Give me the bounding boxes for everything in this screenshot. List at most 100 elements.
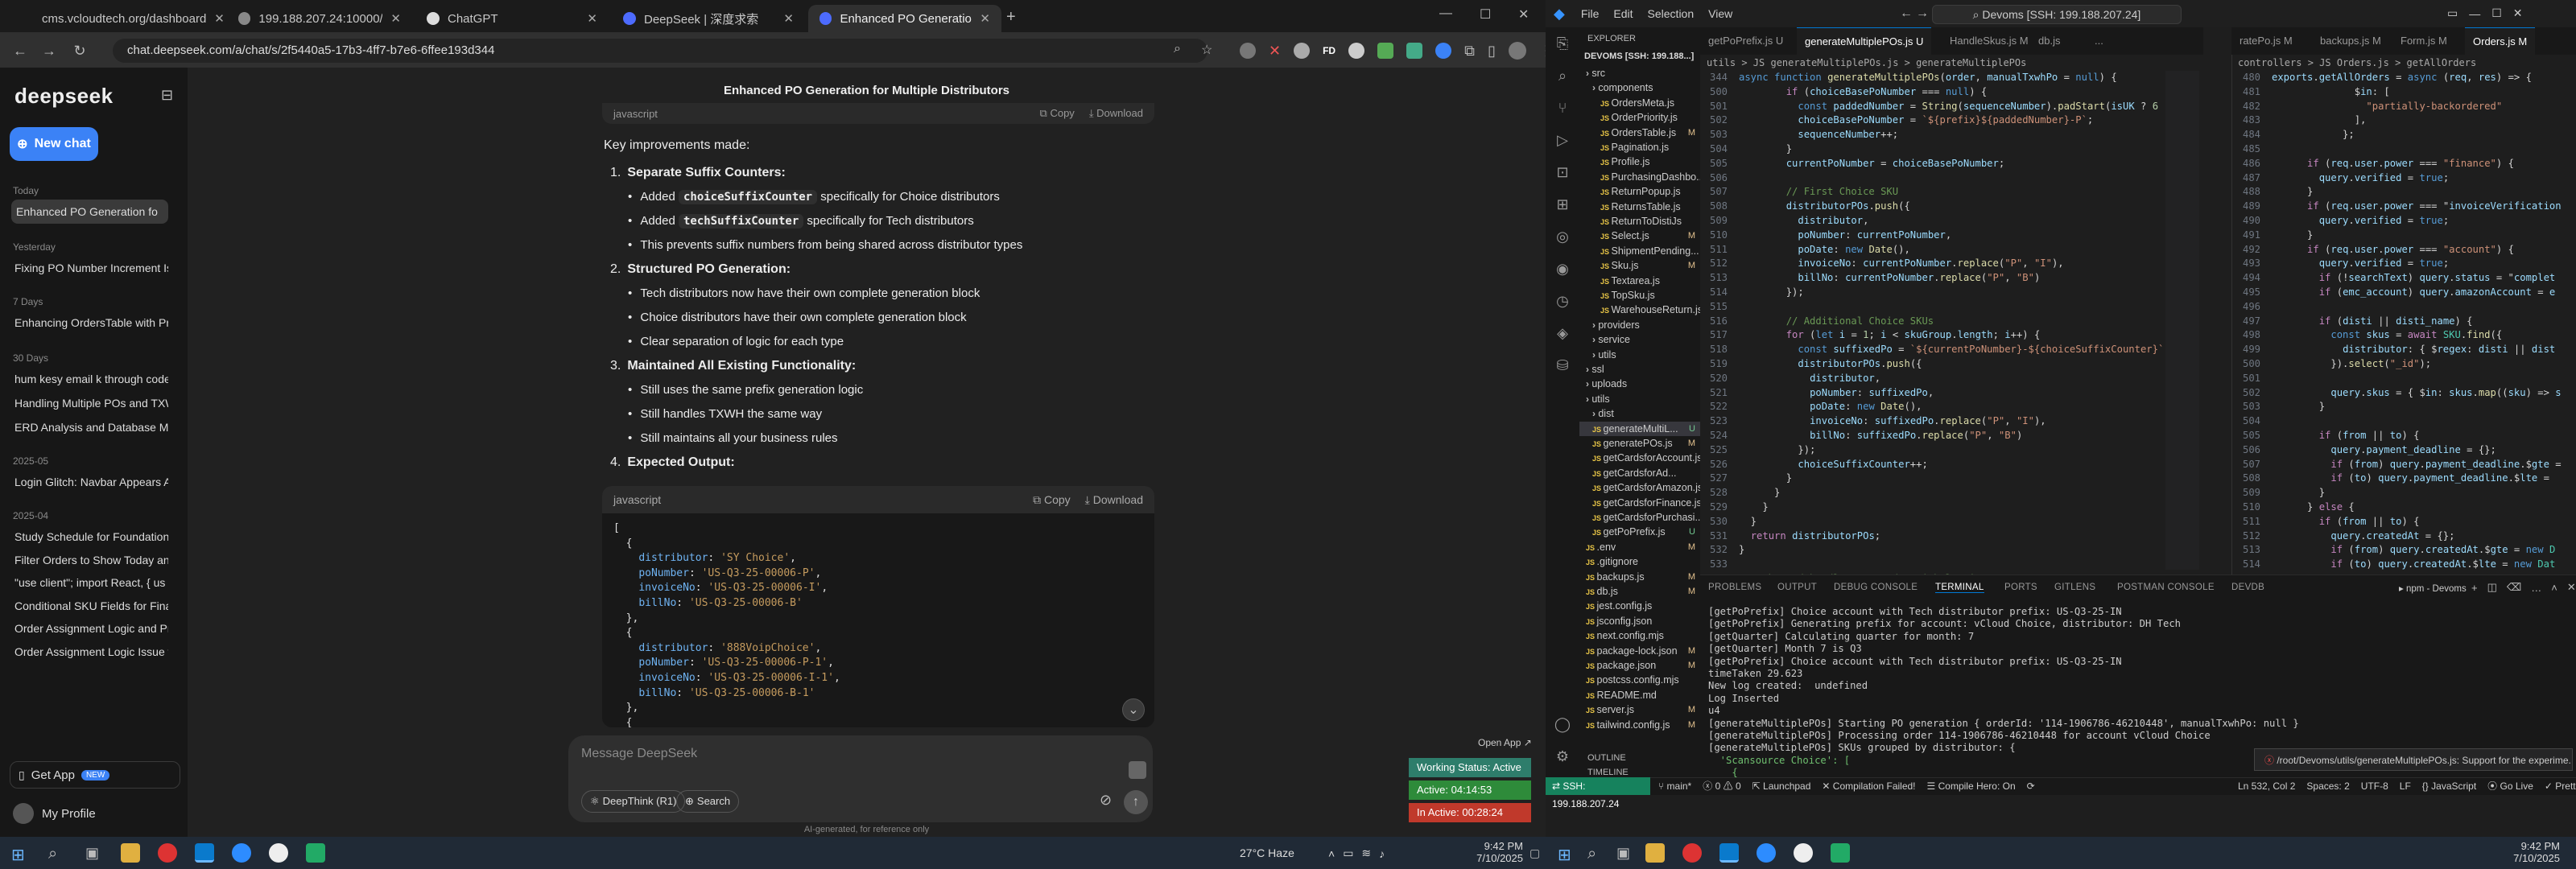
file-tree-item[interactable]: › utils bbox=[1579, 392, 1700, 406]
line-code[interactable]: } bbox=[1739, 501, 1768, 513]
outline-section[interactable]: OUTLINE bbox=[1587, 753, 1626, 763]
bookmark-star-icon[interactable]: ☆ bbox=[1201, 42, 1212, 58]
browser-tab-active[interactable]: Enhanced PO Generation for M✕ bbox=[808, 5, 1001, 32]
zoom-app-icon[interactable] bbox=[1757, 843, 1776, 863]
notification-toast[interactable]: ⓧ /root/Devoms/utils/generateMultiplePOs… bbox=[2254, 748, 2573, 771]
line-code[interactable]: if (emc_account) query.amazonAccount = e bbox=[2272, 286, 2556, 298]
panel-tab-debug-console[interactable]: DEBUG CONSOLE bbox=[1834, 583, 1918, 592]
line-code[interactable]: }); bbox=[1739, 444, 1815, 455]
file-tree-item[interactable]: JS PurchasingDashbo... bbox=[1579, 170, 1700, 184]
new-chat-button[interactable]: ⊕ New chat bbox=[10, 127, 98, 161]
menu-selection[interactable]: Selection bbox=[1648, 7, 1695, 20]
chevron-up-icon[interactable]: ˄ bbox=[1328, 847, 1335, 860]
nav-back-icon[interactable]: ← bbox=[1900, 6, 1913, 21]
layout-icon[interactable]: ▭ bbox=[2447, 6, 2458, 20]
panel-tab-devdb[interactable]: DEVDB bbox=[2231, 583, 2264, 592]
panel-tab-postman-console[interactable]: POSTMAN CONSOLE bbox=[2117, 583, 2215, 592]
file-tree-item[interactable]: JS ReturnPopup.js bbox=[1579, 184, 1700, 199]
profile-avatar[interactable] bbox=[1508, 42, 1526, 60]
copy-button[interactable]: ⧉ Copy bbox=[1033, 493, 1071, 507]
database-icon[interactable]: ⛁ bbox=[1553, 357, 1572, 377]
panel-tab-gitlens[interactable]: GITLENS bbox=[2054, 583, 2095, 592]
editor-tab[interactable]: backups.js M bbox=[2312, 27, 2389, 55]
search-icon[interactable]: ⌕ bbox=[1553, 68, 1572, 87]
file-tree-item[interactable]: JS getCardsforFinance.js bbox=[1579, 496, 1700, 510]
close-tab-icon[interactable]: ✕ bbox=[214, 11, 225, 26]
file-tree-item[interactable]: › providers bbox=[1579, 318, 1700, 332]
maximize-icon[interactable]: ☐ bbox=[2491, 6, 2502, 20]
file-tree-item[interactable]: JS Textarea.js bbox=[1579, 274, 1700, 288]
file-tree-item[interactable]: › uploads bbox=[1579, 377, 1700, 391]
zoom-icon[interactable]: ⌕ bbox=[1174, 42, 1181, 56]
file-tree-item[interactable]: › utils bbox=[1579, 348, 1700, 362]
vscode-icon[interactable] bbox=[1719, 843, 1739, 863]
line-code[interactable]: query.verified = true; bbox=[2272, 257, 2449, 269]
history-item[interactable]: Study Schedule for Foundation bbox=[11, 525, 168, 549]
line-code[interactable]: if (choiceBasePoNumber === null) { bbox=[1739, 86, 1988, 97]
translate-widget-icon[interactable] bbox=[1129, 761, 1146, 779]
menu-view[interactable]: View bbox=[1708, 7, 1732, 20]
line-code[interactable]: $in: [ bbox=[2272, 86, 2390, 97]
file-tree-item[interactable]: JS OrdersMeta.js bbox=[1579, 96, 1700, 110]
line-code[interactable]: }).select("_id"); bbox=[2272, 358, 2431, 369]
close-window-icon[interactable]: ✕ bbox=[1518, 6, 1529, 23]
line-code[interactable]: "partially-backordered" bbox=[2272, 101, 2502, 112]
browser-tab[interactable]: DeepSeek | 深度求索 ✕ bbox=[612, 5, 805, 32]
extension-icon[interactable]: ✕ bbox=[1269, 43, 1281, 60]
maximize-icon[interactable]: ☐ bbox=[1480, 6, 1491, 23]
file-tree-item[interactable]: JS Select.js M bbox=[1579, 229, 1700, 243]
collapse-sidebar-icon[interactable]: ⊟ bbox=[161, 87, 173, 104]
timeline-icon[interactable]: ◷ bbox=[1553, 293, 1572, 312]
search-icon[interactable]: ⌕ bbox=[1587, 845, 1596, 863]
message-input[interactable]: Message DeepSeek bbox=[581, 747, 697, 761]
chrome-icon[interactable] bbox=[158, 843, 177, 863]
source-control-icon[interactable]: ⑂ bbox=[1553, 100, 1572, 119]
history-item[interactable]: ERD Analysis and Database Mod bbox=[11, 415, 168, 439]
line-code[interactable]: distributor, bbox=[1739, 373, 1880, 384]
add-terminal-icon[interactable]: + bbox=[2471, 582, 2478, 594]
editor-tab[interactable]: ratePo.js M bbox=[2231, 27, 2301, 55]
file-tree-item[interactable]: JS server.js M bbox=[1579, 702, 1700, 717]
line-code[interactable]: } bbox=[1739, 143, 1792, 154]
line-code[interactable]: if (!searchText) query.status = "complet bbox=[2272, 272, 2556, 283]
panel-tab-problems[interactable]: PROBLEMS bbox=[1708, 583, 1761, 592]
gitlens-icon[interactable]: ◎ bbox=[1553, 229, 1572, 248]
close-tab-icon[interactable]: ✕ bbox=[980, 11, 990, 26]
file-tree-item[interactable]: JS getCardsforAmazon.js bbox=[1579, 480, 1700, 495]
line-code[interactable]: choiceBasePoNumber = `${prefix}${paddedN… bbox=[1739, 114, 2093, 126]
editor-tab[interactable]: ... bbox=[2087, 27, 2112, 55]
line-code[interactable]: distributor, bbox=[1739, 215, 1868, 226]
close-window-icon[interactable]: ✕ bbox=[2513, 6, 2523, 20]
close-panel-icon[interactable]: ✕ bbox=[2567, 581, 2576, 594]
history-item[interactable]: Enhanced PO Generation fo bbox=[11, 200, 168, 224]
history-item[interactable]: Order Assignment Logic Issue w bbox=[11, 640, 168, 664]
file-tree-item[interactable]: JS next.config.mjs bbox=[1579, 628, 1700, 643]
editor-tab[interactable]: HandleSkus.js M bbox=[1942, 27, 2037, 55]
line-code[interactable]: distributor: { $regex: disti || dist bbox=[2272, 344, 2555, 355]
line-code[interactable]: if (disti || disti_name) { bbox=[2272, 315, 2473, 327]
attach-icon[interactable]: ⊘ bbox=[1100, 792, 1112, 809]
file-tree-item[interactable]: › components bbox=[1579, 80, 1700, 95]
line-code[interactable]: poNumber: suffixedPo, bbox=[1739, 387, 1934, 398]
file-tree-item[interactable]: › service bbox=[1579, 332, 1700, 347]
line-code[interactable]: } bbox=[1739, 544, 1744, 555]
line-code[interactable]: if (from) query.createdAt.$gte = new D bbox=[2272, 544, 2555, 555]
file-tree-item[interactable]: JS getPoPrefix.js U bbox=[1579, 525, 1700, 539]
minimize-icon[interactable]: — bbox=[1439, 6, 1452, 21]
line-code[interactable]: }); bbox=[1739, 286, 1804, 298]
download-button[interactable]: ⤓ Download bbox=[1085, 493, 1143, 507]
line-code[interactable]: const suffixedPo = `${currentPoNumber}-$… bbox=[1739, 344, 2163, 355]
download-button[interactable]: ⤓ Download bbox=[1089, 107, 1143, 120]
line-code[interactable]: billNo: currentPoNumber.replace("P", "B"… bbox=[1739, 272, 2040, 283]
extension-icon[interactable] bbox=[1240, 43, 1256, 59]
extension-icon[interactable] bbox=[1406, 43, 1423, 59]
line-code[interactable]: ], bbox=[2272, 114, 2367, 126]
history-item[interactable]: Login Glitch: Navbar Appears Af bbox=[11, 470, 168, 494]
file-tree-item[interactable]: JS getCardsforAccount.js bbox=[1579, 451, 1700, 465]
panel-tab-output[interactable]: OUTPUT bbox=[1777, 583, 1817, 592]
line-code[interactable]: if (req.user.power === "invoiceVerificat… bbox=[2272, 200, 2562, 212]
file-tree-item[interactable]: JS package-lock.json M bbox=[1579, 644, 1700, 658]
browser-tab[interactable]: 199.188.207.24:10000/orders/6✕ bbox=[227, 5, 412, 32]
cursor-position[interactable]: Ln 532, Col 2 bbox=[2238, 780, 2295, 792]
line-code[interactable]: for (let i = 1; i < skuGroup.length; i++… bbox=[1739, 329, 2041, 340]
